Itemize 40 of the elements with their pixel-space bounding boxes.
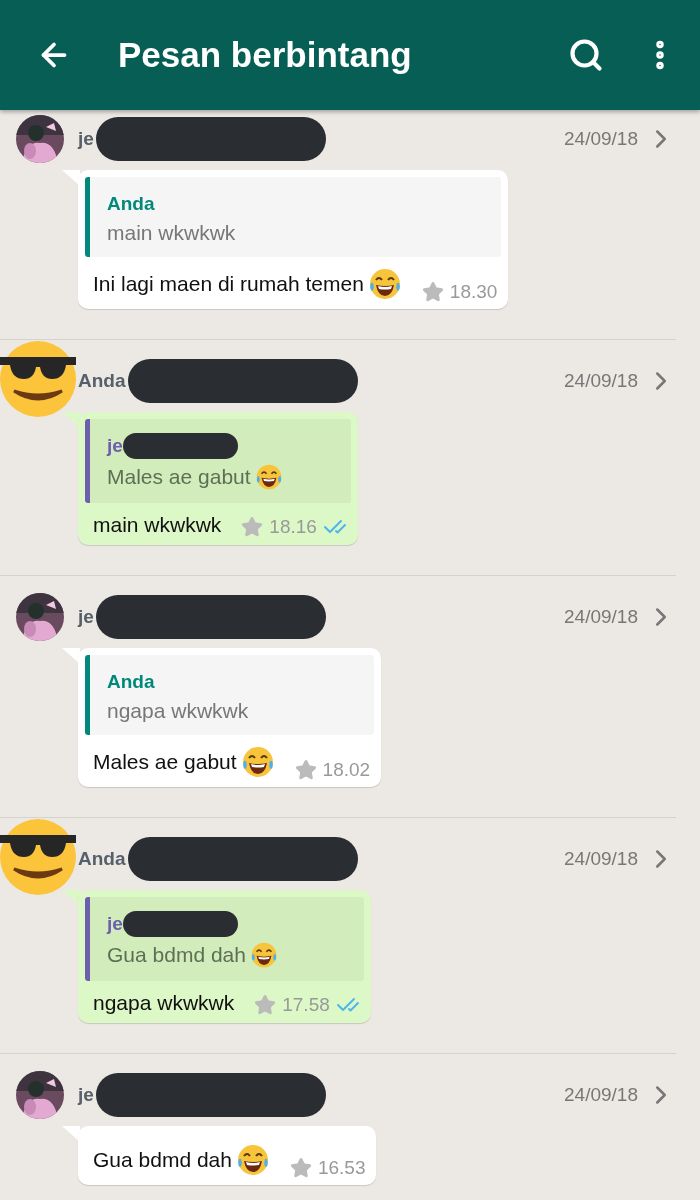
star-icon [421,281,444,303]
message-date: 24/09/18 [564,606,638,628]
quote-text: main wkwkwk [107,221,236,245]
message-bubble[interactable]: Gua bdmd dah 16.53 [78,1126,377,1185]
message-date: 24/09/18 [564,128,638,150]
message-bubble[interactable]: je Gua bdmd dah ngapa wkwkwk 17.58 [78,890,371,1023]
screen-title: Pesan berbintang [118,35,413,75]
star-icon [294,759,317,781]
message-text: Gua bdmd dah [93,1148,232,1172]
message-time: 18.16 [269,516,317,538]
message-date: 24/09/18 [564,370,638,392]
message-date: 24/09/18 [564,848,638,870]
message-bubble[interactable]: Anda ngapa wkwkwk Males ae gabut 18.02 [78,648,382,787]
message-time: 17.58 [282,994,330,1016]
message-text: Ini lagi maen di rumah temen [93,272,364,296]
sender-name: je [78,128,94,150]
sender-name: Anda [78,370,126,392]
search-button[interactable] [568,37,604,73]
quote-text: ngapa wkwkwk [107,699,249,723]
message-text: ngapa wkwkwk [93,991,235,1015]
message-time: 18.02 [322,759,371,781]
sender-name: je [78,606,94,628]
message-bubble[interactable]: Anda main wkwkwk Ini lagi maen di rumah temen 18.30 [78,170,509,309]
message-text: Males ae gabut [93,750,237,774]
quote-text: Males ae gabut [107,465,251,489]
quote-author: Anda [107,193,155,215]
star-icon [289,1157,312,1179]
quote-author: je [107,435,123,457]
star-icon [254,994,277,1016]
message-date: 24/09/18 [564,1084,638,1106]
sender-name: Anda [78,848,126,870]
quote-author: je [107,913,123,935]
message-time: 16.53 [317,1157,366,1179]
quote-text: Gua bdmd dah [107,943,246,967]
quote-author: Anda [107,671,155,693]
sender-name: je [78,1084,94,1106]
star-icon [241,516,264,538]
message-bubble[interactable]: je Males ae gabut main wkwkwk 18.16 [78,412,358,545]
message-text: main wkwkwk [93,513,222,537]
message-time: 18.30 [449,281,498,303]
